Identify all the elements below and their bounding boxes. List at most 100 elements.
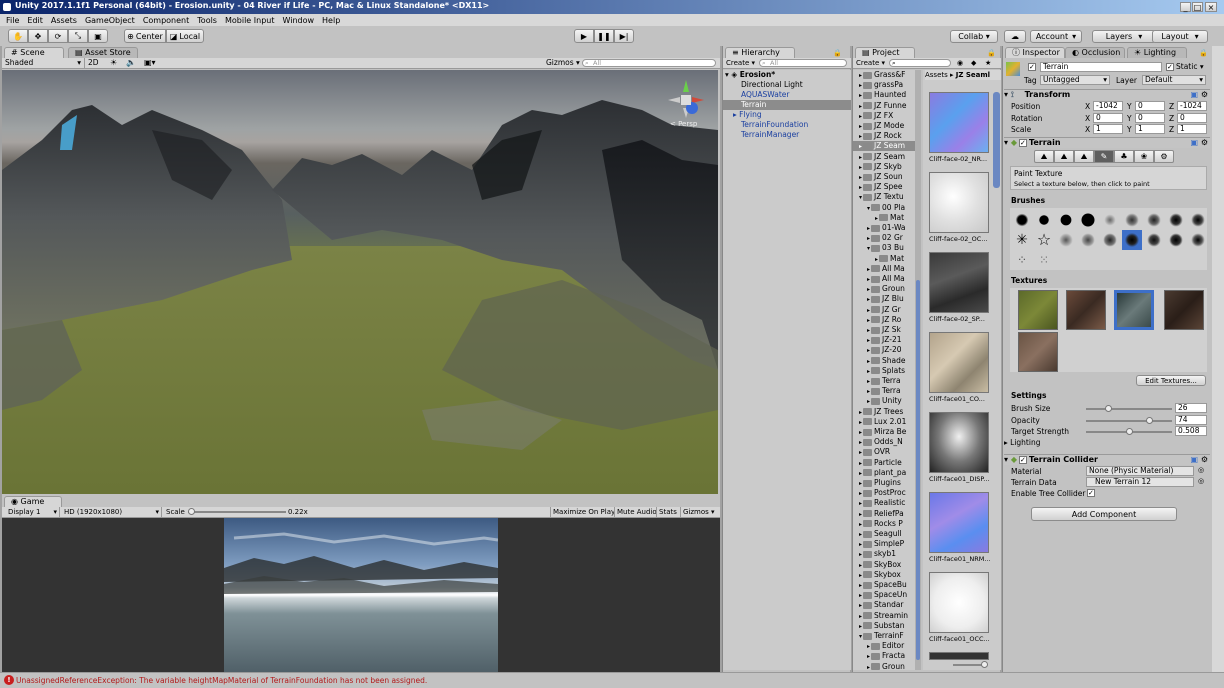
- folder-tree-item[interactable]: ▸ skyb1: [853, 549, 919, 559]
- folder-tree-item[interactable]: ▸ SimpleP: [853, 539, 919, 549]
- edit-textures-button[interactable]: Edit Textures...: [1136, 375, 1206, 386]
- project-search-input[interactable]: ⌕: [889, 59, 951, 67]
- expand-arrow-icon[interactable]: ▸: [859, 429, 862, 436]
- texture-dirt-rock[interactable]: [1066, 290, 1106, 330]
- thumbnail-size-handle[interactable]: [981, 661, 988, 668]
- brush-noise-1[interactable]: [1056, 230, 1076, 250]
- expand-arrow-icon[interactable]: ▸: [859, 123, 862, 130]
- hierarchy-item-flying[interactable]: ▸ Flying: [733, 110, 849, 120]
- expand-arrow-icon[interactable]: ▸: [859, 143, 862, 150]
- terrain-collider-header[interactable]: ▾ ◆ ✓ Terrain Collider ▣ ⚙: [1004, 454, 1210, 465]
- tab-hierarchy[interactable]: ≡ Hierarchy: [725, 47, 795, 58]
- expand-arrow-icon[interactable]: ▸: [859, 531, 862, 538]
- expand-arrow-icon[interactable]: ▸: [859, 613, 862, 620]
- brush-size-field[interactable]: 26: [1175, 403, 1207, 413]
- expand-arrow-icon[interactable]: ▸: [859, 133, 862, 140]
- folder-tree-item[interactable]: ▾ JZ Textu: [853, 192, 919, 202]
- scale-tool-icon[interactable]: ⤡: [68, 29, 88, 43]
- enable-tree-collider-checkbox[interactable]: ✓: [1087, 489, 1095, 497]
- expand-arrow-icon[interactable]: ▸: [859, 541, 862, 548]
- opacity-field[interactable]: 74: [1175, 415, 1207, 425]
- tab-asset-store[interactable]: ▤ Asset Store: [68, 47, 138, 58]
- brush-splatter-4[interactable]: [1166, 210, 1186, 230]
- folder-tree-item[interactable]: ▸ Realistic: [853, 498, 919, 508]
- expand-arrow-icon[interactable]: ▸: [859, 521, 862, 528]
- folder-tree-item[interactable]: ▸ Groun: [853, 284, 919, 294]
- folder-tree-item[interactable]: ▸ Terra: [853, 386, 919, 396]
- expand-arrow-icon[interactable]: ▸: [859, 154, 862, 161]
- collider-enabled-checkbox[interactable]: ✓: [1018, 456, 1027, 464]
- menu-tools[interactable]: Tools: [197, 16, 217, 25]
- folder-tree-item[interactable]: ▸ Mat: [853, 254, 919, 264]
- pause-button[interactable]: ❚❚: [594, 29, 614, 43]
- expand-arrow-icon[interactable]: ▸: [859, 551, 862, 558]
- expand-arrow-icon[interactable]: ▸: [867, 276, 870, 283]
- folder-tree-item[interactable]: ▾ 03 Bu: [853, 243, 919, 253]
- folder-tree-item[interactable]: ▸ OVR: [853, 447, 919, 457]
- brush-size-handle[interactable]: [1105, 405, 1112, 412]
- scale-slider[interactable]: [188, 508, 286, 515]
- scale-z-field[interactable]: 1: [1177, 124, 1207, 134]
- help-icon[interactable]: ▣: [1190, 138, 1198, 148]
- terrain-component-header[interactable]: ▾ ◆ ✓ Terrain ▣ ⚙: [1004, 137, 1210, 148]
- settings-gear-icon[interactable]: ⚙: [1201, 138, 1208, 148]
- folder-tree-item[interactable]: ▸ Grass&F: [853, 70, 919, 80]
- lock-icon[interactable]: 🔒: [833, 49, 842, 57]
- lighting-foldout[interactable]: ▸ Lighting: [1004, 438, 1040, 447]
- expand-arrow-icon[interactable]: ▸: [859, 92, 862, 99]
- layout-button[interactable]: Layout ▾: [1152, 30, 1208, 43]
- gizmos-dropdown[interactable]: Gizmos ▾: [546, 58, 580, 68]
- opacity-handle[interactable]: [1146, 417, 1153, 424]
- brush-splatter-5[interactable]: [1188, 210, 1208, 230]
- expand-arrow-icon[interactable]: ▸: [867, 286, 870, 293]
- favorites-icon[interactable]: ★: [985, 58, 991, 68]
- expand-arrow-icon[interactable]: ▸: [867, 643, 870, 650]
- breadcrumb-folder[interactable]: JZ Seaml: [956, 71, 990, 79]
- expand-arrow-icon[interactable]: ▸: [859, 449, 862, 456]
- brush-star[interactable]: ☆: [1034, 230, 1054, 250]
- smooth-height-tool-icon[interactable]: ⛰: [1074, 150, 1094, 163]
- menu-assets[interactable]: Assets: [51, 16, 77, 25]
- brush-dots-1[interactable]: ⁘: [1012, 250, 1032, 270]
- expand-arrow-icon[interactable]: ▾: [867, 205, 870, 212]
- expand-arrow-icon[interactable]: ▸: [875, 215, 878, 222]
- expand-arrow-icon[interactable]: ▸: [867, 317, 870, 324]
- asset-thumb-cliff01-disp[interactable]: [929, 412, 989, 473]
- folder-tree-item[interactable]: ▸ Haunted: [853, 90, 919, 100]
- toggle-2d-button[interactable]: 2D: [88, 58, 104, 68]
- resolution-dropdown[interactable]: HD (1920x1080) ▾: [64, 507, 162, 517]
- display-dropdown[interactable]: Display 1 ▾: [8, 507, 60, 517]
- folder-tree-item[interactable]: ▸ Plugins: [853, 478, 919, 488]
- folder-tree-item[interactable]: ▸ JZ-20: [853, 345, 919, 355]
- paint-details-tool-icon[interactable]: ❀: [1134, 150, 1154, 163]
- folder-tree-item[interactable]: ▸ 02 Gr: [853, 233, 919, 243]
- expand-arrow-icon[interactable]: ▸: [859, 103, 862, 110]
- folder-tree-item[interactable]: ▸ JZ Seam: [853, 152, 919, 162]
- scale-y-field[interactable]: 1: [1135, 124, 1165, 134]
- expand-arrow-icon[interactable]: ▸: [859, 623, 862, 630]
- brush-noise-3[interactable]: [1100, 230, 1120, 250]
- expand-arrow-icon[interactable]: ▸: [859, 439, 862, 446]
- expand-arrow-icon[interactable]: ▸: [867, 398, 870, 405]
- paint-height-tool-icon[interactable]: ⛰: [1054, 150, 1074, 163]
- account-button[interactable]: Account ▾: [1030, 30, 1082, 43]
- folder-tree-item[interactable]: ▸ JZ-21: [853, 335, 919, 345]
- menu-edit[interactable]: Edit: [27, 16, 43, 25]
- expand-arrow-icon[interactable]: ▸: [859, 490, 862, 497]
- help-icon[interactable]: ▣: [1190, 455, 1198, 465]
- brush-noise-6[interactable]: [1188, 230, 1208, 250]
- folder-tree-item[interactable]: ▸ Shade: [853, 356, 919, 366]
- folder-tree-item[interactable]: ▸ JZ Blu: [853, 294, 919, 304]
- folder-tree-item[interactable]: ▸ JZ Ro: [853, 315, 919, 325]
- layer-dropdown[interactable]: Default ▾: [1142, 75, 1206, 85]
- asset-thumb-cliff02-sp[interactable]: [929, 252, 989, 313]
- expand-arrow-icon[interactable]: ▸: [867, 653, 870, 660]
- brush-size-slider[interactable]: [1086, 405, 1172, 412]
- hierarchy-search-input[interactable]: ⌕ All: [759, 59, 847, 67]
- maximize-on-play-toggle[interactable]: Maximize On Play: [550, 507, 617, 517]
- expand-arrow-icon[interactable]: ▸: [859, 409, 862, 416]
- expand-arrow-icon[interactable]: ▸: [867, 337, 870, 344]
- filter-type-icon[interactable]: ◉: [957, 58, 963, 68]
- expand-arrow-icon[interactable]: ▸: [859, 174, 862, 181]
- expand-arrow-icon[interactable]: ▸: [859, 592, 862, 599]
